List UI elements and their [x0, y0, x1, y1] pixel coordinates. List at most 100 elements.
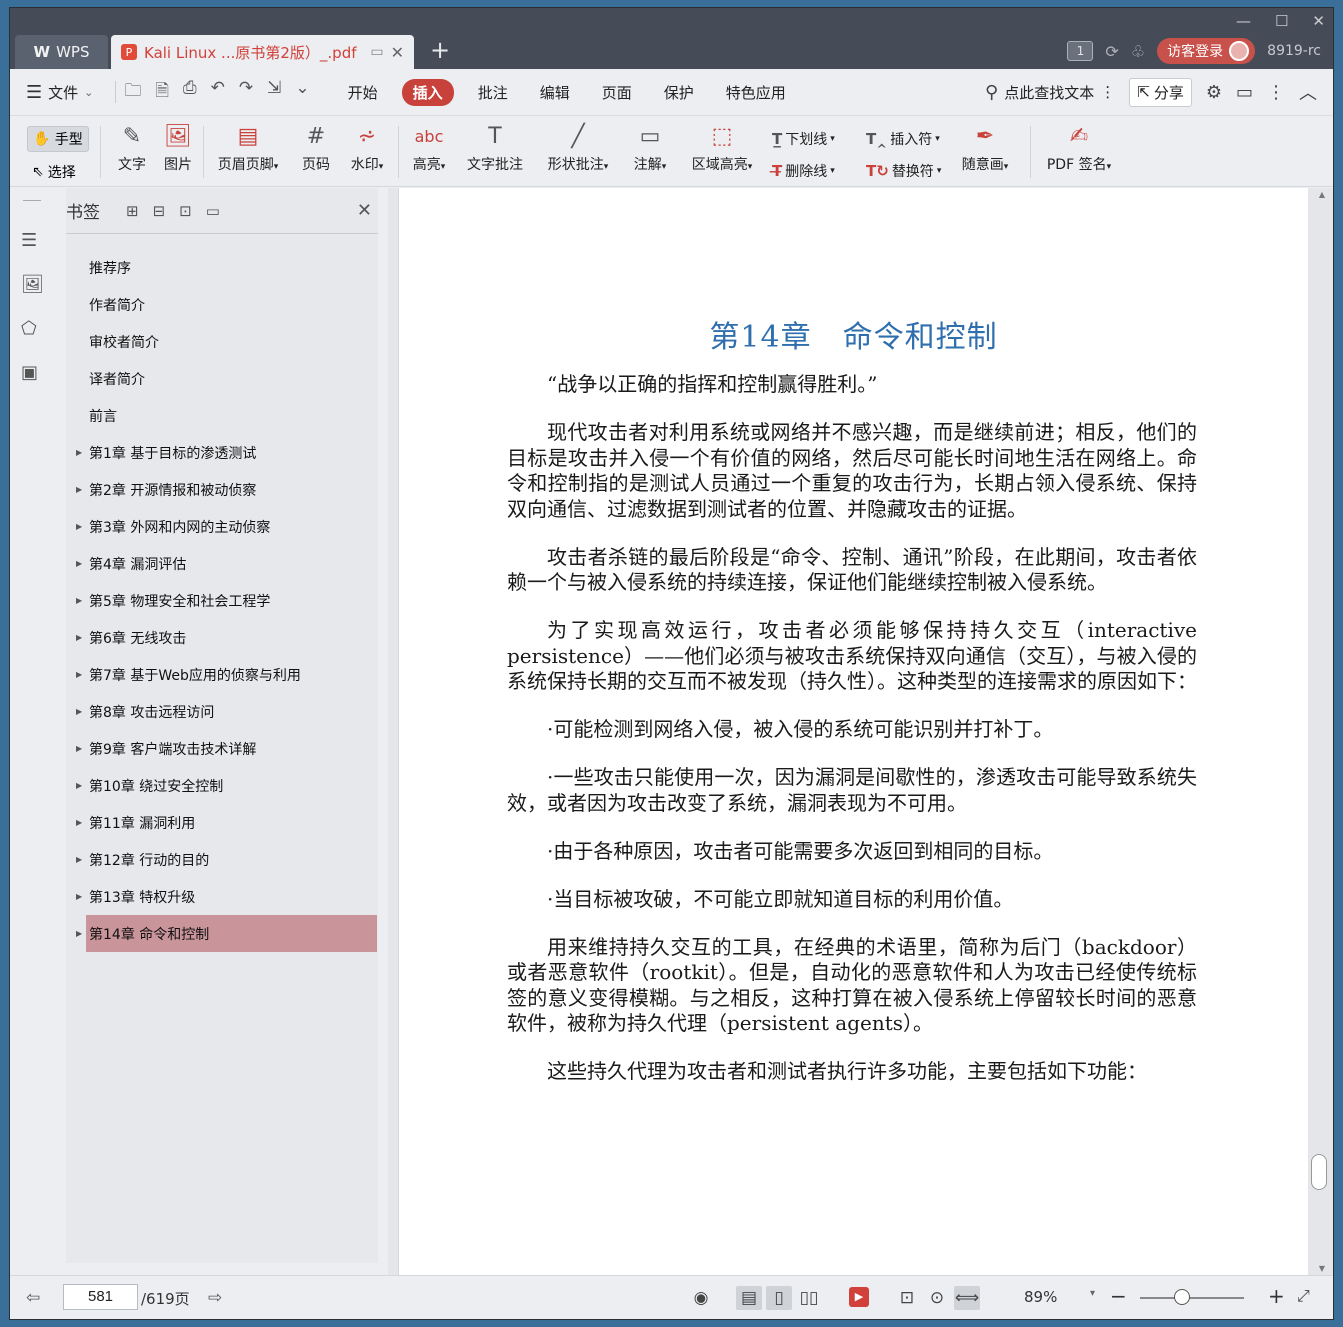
bookmark-item[interactable]: ▶ 第10章 绕过安全控制 [66, 767, 378, 804]
vertical-scrollbar[interactable]: ▲ ▼ [1311, 188, 1327, 1275]
continuous-view-icon[interactable]: ▤ [736, 1286, 762, 1310]
bookmark-item[interactable]: 作者简介 [66, 286, 378, 323]
strikethrough-button[interactable]: T̶ 删除线 ▾ [772, 161, 835, 181]
more-icon[interactable]: ⋮ [1267, 82, 1285, 103]
bookmark-options-icon[interactable]: ▭ [206, 202, 220, 220]
zoom-level[interactable]: 89% [1024, 1288, 1057, 1306]
annotation-panel-icon[interactable]: ⬠ [21, 318, 37, 339]
shape-note-button[interactable]: ╱ 形状批注▾ [540, 122, 616, 174]
annotation-button[interactable]: ▭ 注解▾ [626, 122, 674, 174]
select-tool-button[interactable]: ⇖ 选择 [32, 162, 76, 182]
replace-mark-button[interactable]: T↻ 替换符 ▾ [866, 161, 941, 181]
bookmark-item[interactable]: ▶ 第9章 客户端攻击技术详解 [66, 730, 378, 767]
add-child-bookmark-icon[interactable]: ⊟ [153, 202, 166, 220]
export-icon[interactable]: ⇲ [267, 78, 281, 107]
skin-icon[interactable]: ♧ [1131, 42, 1145, 61]
print-icon[interactable]: ⎙ [183, 78, 197, 107]
expand-arrow-icon[interactable]: ▶ [76, 744, 82, 753]
maximize-icon[interactable]: ☐ [1275, 12, 1288, 30]
expand-arrow-icon[interactable]: ▶ [76, 485, 82, 494]
bookmark-item[interactable]: ▶ 第4章 漏洞评估 [66, 545, 378, 582]
prev-page-icon[interactable]: ⇦ [26, 1288, 40, 1308]
fit-page-icon[interactable]: ⊙ [924, 1286, 950, 1310]
menu-edit[interactable]: 编辑 [540, 82, 570, 103]
document-view[interactable]: 第14章 命令和控制 “战争以正确的指挥和控制赢得胜利。” 现代攻击者对利用系统或… [388, 188, 1333, 1275]
area-highlight-button[interactable]: ⬚ 区域高亮▾ [684, 122, 760, 174]
eye-protection-icon[interactable]: ◉ [688, 1286, 714, 1310]
add-bookmark-icon[interactable]: ⊞ [126, 202, 139, 220]
bookmark-item[interactable]: 推荐序 [66, 249, 378, 286]
bookmark-item[interactable]: 译者简介 [66, 360, 378, 397]
search-area[interactable]: ⚲ 点此查找文本 ⋮ [985, 82, 1115, 103]
more-quick-icon[interactable]: ⌄ [295, 78, 309, 107]
expand-bookmark-icon[interactable]: ⊡ [179, 202, 192, 220]
window-count-badge[interactable]: 1 [1067, 41, 1094, 61]
zoom-slider-track[interactable] [1140, 1297, 1244, 1299]
highlight-button[interactable]: abc 高亮▾ [406, 122, 452, 174]
expand-arrow-icon[interactable]: ▶ [76, 559, 82, 568]
bookmark-item[interactable]: ▶ 第7章 基于Web应用的侦察与利用 [66, 656, 378, 693]
hand-tool-button[interactable]: ✋ 手型 [27, 126, 89, 152]
collapse-ribbon-icon[interactable]: ︿ [1299, 79, 1317, 105]
zoom-out-icon[interactable]: − [1110, 1284, 1127, 1308]
expand-arrow-icon[interactable]: ▶ [76, 707, 82, 716]
expand-arrow-icon[interactable]: ▶ [76, 781, 82, 790]
bookmark-item[interactable]: 审校者简介 [66, 323, 378, 360]
close-window-icon[interactable]: ✕ [1312, 12, 1325, 30]
menu-special[interactable]: 特色应用 [726, 82, 786, 103]
redo-icon[interactable]: ↷ [239, 78, 253, 107]
minimize-icon[interactable]: — [1236, 12, 1251, 30]
pdf-sign-button[interactable]: ✍ PDF 签名▾ [1042, 122, 1116, 174]
expand-arrow-icon[interactable]: ▶ [76, 818, 82, 827]
open-folder-icon[interactable]: 🗀 [124, 78, 141, 107]
page-number-button[interactable]: # 页码 [296, 122, 336, 174]
bookmark-list-icon[interactable]: ☰ [21, 230, 37, 251]
menu-protect[interactable]: 保护 [664, 82, 694, 103]
guest-login-button[interactable]: 访客登录 [1157, 38, 1256, 64]
expand-arrow-icon[interactable]: ▶ [76, 633, 82, 642]
zoom-slider-knob[interactable] [1173, 1289, 1190, 1305]
bookmark-item[interactable]: ▶ 第5章 物理安全和社会工程学 [66, 582, 378, 619]
underline-button[interactable]: T̲ 下划线 ▾ [772, 129, 835, 149]
menu-start[interactable]: 开始 [348, 82, 378, 103]
text-tool-button[interactable]: ✎ 文字 [112, 122, 152, 174]
sync-icon[interactable]: ⟳ [1105, 42, 1118, 61]
insert-mark-button[interactable]: T‸ 插入符 ▾ [866, 129, 940, 149]
page-number-input[interactable]: 581 [63, 1284, 138, 1310]
bookmark-item[interactable]: ▶ 第11章 漏洞利用 [66, 804, 378, 841]
thumbnail-icon[interactable]: 🖼 [21, 274, 44, 295]
text-note-button[interactable]: T 文字批注 [462, 122, 528, 174]
play-icon[interactable]: ▶ [849, 1287, 869, 1307]
undo-icon[interactable]: ↶ [211, 78, 225, 107]
expand-arrow-icon[interactable]: ▶ [76, 892, 82, 901]
bookmark-item[interactable]: ▶ 第2章 开源情报和被动侦察 [66, 471, 378, 508]
save-icon[interactable]: 🗎 [155, 78, 169, 107]
signature-panel-icon[interactable]: ▣ [21, 362, 38, 383]
comment-icon[interactable]: ▭ [1236, 82, 1253, 103]
image-tool-button[interactable]: 🖼 图片 [158, 122, 198, 174]
expand-arrow-icon[interactable]: ▶ [76, 596, 82, 605]
new-tab-button[interactable]: + [430, 38, 450, 62]
header-footer-button[interactable]: ▤ 页眉页脚▾ [210, 122, 286, 174]
scroll-down-icon[interactable]: ▼ [1319, 1264, 1325, 1273]
next-page-icon[interactable]: ⇨ [208, 1288, 222, 1308]
bookmark-item[interactable]: ▶ 第6章 无线攻击 [66, 619, 378, 656]
bookmark-item[interactable]: ▶ 第13章 特权升级 [66, 878, 378, 915]
scroll-thumb[interactable] [1311, 1154, 1327, 1190]
document-tab[interactable]: P Kali Linux ...原书第2版）_.pdf ▭ ✕ [111, 35, 414, 69]
bookmark-item[interactable]: ▶ 第1章 基于目标的渗透测试 [66, 434, 378, 471]
fit-width-icon[interactable]: ⟺ [954, 1286, 980, 1310]
fullscreen-icon[interactable]: ⤢ [1297, 1286, 1310, 1306]
single-page-icon[interactable]: ▯ [766, 1286, 792, 1310]
expand-arrow-icon[interactable]: ▶ [76, 670, 82, 679]
menu-comment[interactable]: 批注 [478, 82, 508, 103]
scroll-up-icon[interactable]: ▲ [1319, 190, 1325, 199]
expand-arrow-icon[interactable]: ▶ [76, 929, 82, 938]
bookmark-item[interactable]: ▶ 第12章 行动的目的 [66, 841, 378, 878]
zoom-in-icon[interactable]: + [1268, 1284, 1285, 1308]
expand-arrow-icon[interactable]: ▶ [76, 448, 82, 457]
menu-page[interactable]: 页面 [602, 82, 632, 103]
share-button[interactable]: ⇱ 分享 [1129, 77, 1192, 107]
bookmark-item[interactable]: ▶ 第14章 命令和控制 [76, 915, 377, 952]
zoom-dropdown-icon[interactable]: ▾ [1090, 1288, 1095, 1299]
